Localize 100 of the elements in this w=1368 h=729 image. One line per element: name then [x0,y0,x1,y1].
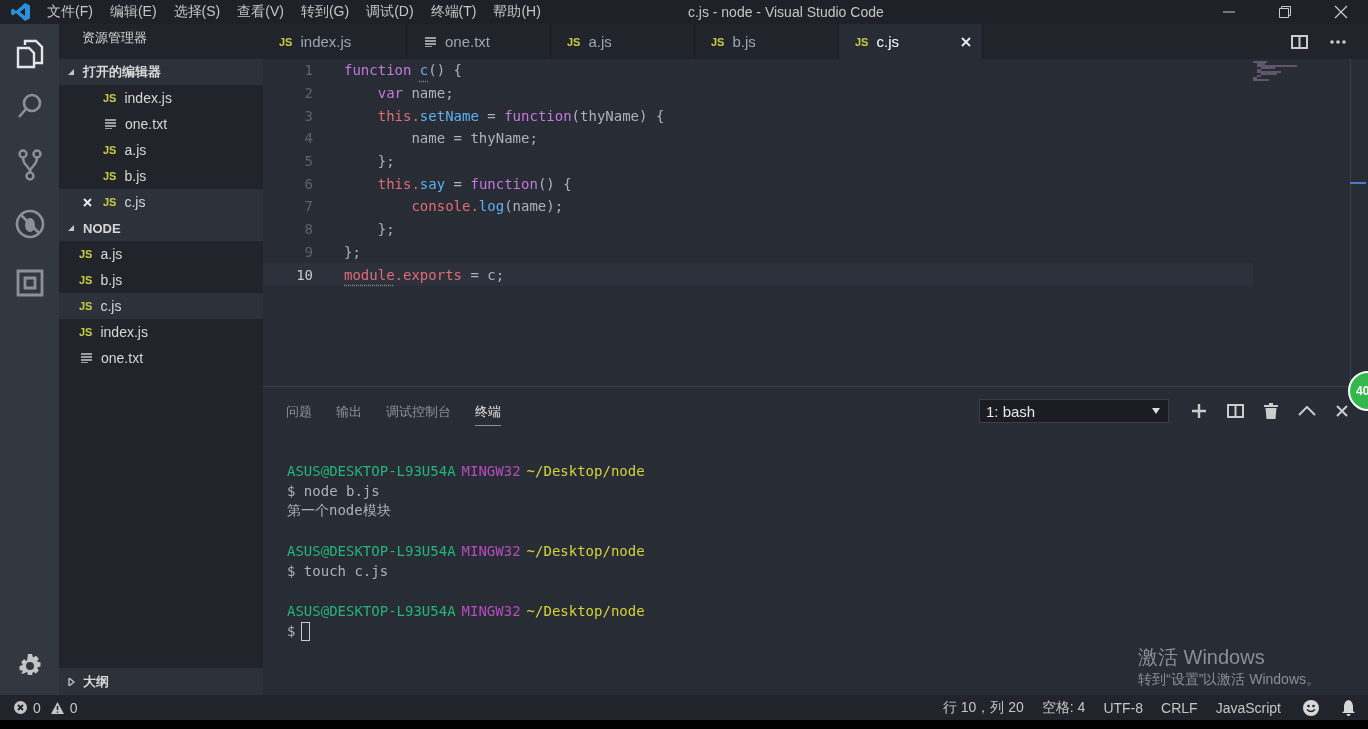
window-title: c.js - node - Visual Studio Code [687,4,884,20]
line-number: 1 [303,62,313,79]
editor-tab[interactable]: JS c.js [839,24,983,59]
line-number: 9 [303,243,313,260]
terminal-prompt: ASUS@DESKTOP-L93U54A MINGW32 ~/Desktop/node [287,602,646,621]
menu-item[interactable]: 选择(S) [173,3,221,21]
code-line: this.setName = function(thyName) { [376,107,665,124]
status-item[interactable]: JavaScript [1215,699,1281,716]
code-line: module.exports = c; [344,266,505,283]
code-line: console.log(name); [410,198,564,215]
menu-item[interactable]: 文件(F) [47,3,93,21]
code-line: }; [376,221,395,238]
terminal-line: 第一个node模块 [287,502,391,520]
more-icon[interactable] [1330,39,1346,44]
trash-icon[interactable] [1264,403,1278,419]
menu-item[interactable]: 查看(V) [237,3,284,21]
open-editor-item[interactable]: JS b.js [59,163,263,189]
section-header[interactable]: NODE [59,215,263,241]
close-icon[interactable] [1336,405,1348,417]
code-line: this.say = function() { [376,175,572,192]
status-item[interactable]: 空格: 4 [1041,698,1086,717]
js-file-icon: JS [103,92,117,104]
js-file-icon: JS [103,196,117,208]
menu-item[interactable]: 转到(G) [300,3,350,21]
activation-notice-text: 转到“设置”以激活 Windows。 [1138,671,1320,689]
app-logo-icon [11,2,31,22]
file-tree-item[interactable]: one.txt [59,345,263,371]
line-number: 10 [295,266,313,283]
js-file-icon: JS [79,300,93,312]
js-file-icon: JS [103,170,117,182]
code-line: name = thyName; [410,130,538,147]
open-editor-item[interactable]: JS index.js [59,85,263,111]
smiley-icon[interactable] [1303,699,1319,716]
bell-icon[interactable] [1341,699,1356,716]
section-header[interactable]: 打开的编辑器 [59,59,263,85]
menu-item[interactable]: 编辑(E) [109,3,157,21]
warning-icon[interactable] [50,701,64,714]
panel-tab[interactable]: 问题 [286,396,312,426]
split-editor-icon[interactable] [1291,34,1308,49]
collapsed-triangle-icon[interactable] [67,677,75,686]
plus-icon[interactable] [1191,403,1207,419]
error-count[interactable]: 0 [33,699,41,716]
editor-tab[interactable]: one.txt [407,24,551,59]
file-tree-item[interactable]: JS index.js [59,319,263,345]
line-number: 3 [303,107,313,124]
status-item[interactable]: CRLF [1161,699,1198,716]
code-line: }; [344,243,361,260]
open-editor-item[interactable]: JS c.js [59,189,263,215]
chevron-up-icon[interactable] [1298,406,1316,416]
js-file-icon: JS [855,35,869,48]
editor-tab[interactable]: JS index.js [263,24,407,59]
js-file-icon: JS [567,35,581,48]
warning-count[interactable]: 0 [69,699,78,716]
dropdown-caret-icon [1152,408,1160,414]
js-file-icon: JS [279,35,293,48]
expanded-triangle-icon[interactable] [67,224,75,232]
panel-tab[interactable]: 输出 [336,396,362,426]
close-icon[interactable] [1334,5,1348,19]
activation-notice-title: 激活 Windows [1138,645,1266,670]
editor-tab[interactable]: JS a.js [551,24,695,59]
panel-tab[interactable]: 终端 [475,396,501,426]
terminal-prompt: ASUS@DESKTOP-L93U54A MINGW32 ~/Desktop/node [287,462,646,481]
code-line: function c() { [344,62,462,79]
line-number: 4 [303,130,313,147]
terminal-line: $ [287,623,296,639]
terminal-line: $ touch c.js [287,563,389,579]
line-number: 8 [303,221,313,238]
status-item[interactable]: UTF-8 [1103,699,1144,716]
terminal-dropdown[interactable]: 1: bash [979,399,1169,423]
text-file-icon [105,119,116,129]
line-number: 7 [303,198,313,215]
terminal-prompt: ASUS@DESKTOP-L93U54A MINGW32 ~/Desktop/node [287,542,646,561]
js-file-icon: JS [79,326,93,338]
minimap-drawing [1253,61,1297,83]
js-file-icon: JS [79,248,93,260]
js-file-icon: JS [79,274,93,286]
line-number: 2 [303,85,313,102]
status-item[interactable]: 行 10，列 20 [942,698,1024,717]
text-file-icon [425,36,436,47]
js-file-icon: JS [711,35,725,48]
section-header[interactable]: 大纲 [59,668,263,695]
error-icon[interactable] [14,701,27,714]
file-tree-item[interactable]: JS a.js [59,241,263,267]
terminal-line: $ node b.js [287,483,380,499]
menu-item[interactable]: 帮助(H) [493,3,541,21]
open-editor-item[interactable]: one.txt [59,111,263,137]
split-terminal-icon[interactable] [1227,404,1244,418]
file-tree-item[interactable]: JS b.js [59,267,263,293]
code-line: }; [376,153,395,170]
expanded-triangle-icon[interactable] [67,68,75,76]
menu-item[interactable]: 调试(D) [366,3,414,21]
line-number: 5 [303,153,313,170]
restore-icon[interactable] [1278,5,1292,19]
open-editor-item[interactable]: JS a.js [59,137,263,163]
file-tree-item[interactable]: JS c.js [59,293,263,319]
line-number: 6 [303,175,313,192]
code-line: var name; [376,85,454,102]
js-file-icon: JS [103,144,117,156]
panel-tab[interactable]: 调试控制台 [386,396,451,426]
menu-item[interactable]: 终端(T) [430,3,477,21]
